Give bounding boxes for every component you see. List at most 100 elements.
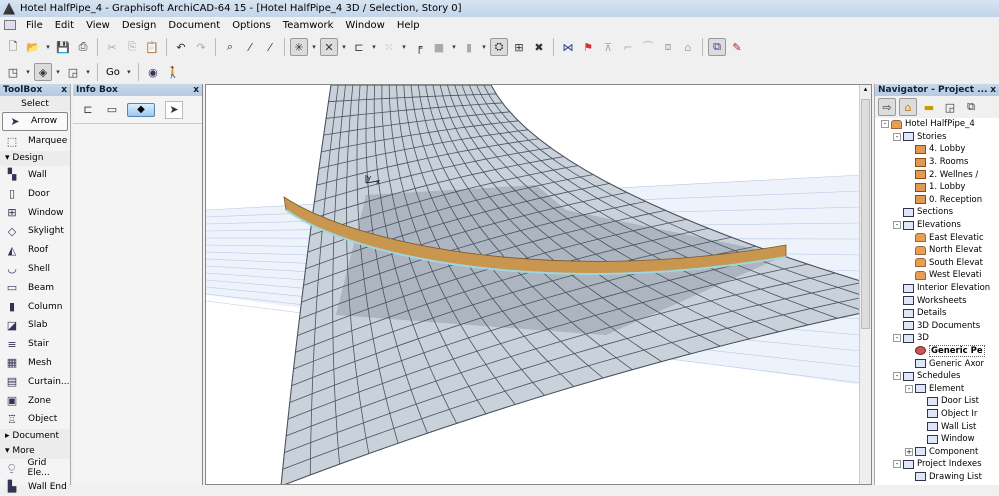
close-icon[interactable]: x: [61, 85, 67, 95]
tree-item[interactable]: - Hotel HalfPipe_4: [875, 118, 999, 131]
split-icon[interactable]: ⊞: [510, 38, 528, 56]
collapse-toggle[interactable]: -: [893, 460, 901, 469]
walk-icon[interactable]: 🚶: [164, 63, 182, 81]
design-group-header[interactable]: ▾ Design: [0, 150, 70, 166]
go-button[interactable]: Go: [103, 67, 123, 78]
suspend-groups-icon[interactable]: ⛭: [490, 38, 508, 56]
collapse-toggle[interactable]: -: [881, 120, 889, 129]
floor-plan-dropdown[interactable]: ▾: [24, 68, 32, 76]
offset-icon[interactable]: ⧈: [659, 38, 677, 56]
close-icon[interactable]: x: [193, 85, 199, 95]
close-icon[interactable]: x: [990, 85, 996, 95]
tree-item[interactable]: Door List: [875, 395, 999, 408]
tool-column[interactable]: ▮ Column: [0, 297, 70, 316]
syringe-icon[interactable]: ⁄: [261, 38, 279, 56]
collapse-toggle[interactable]: -: [893, 372, 901, 381]
trim-icon[interactable]: ✕: [320, 38, 338, 56]
tree-item[interactable]: North Elevat: [875, 244, 999, 257]
tree-item[interactable]: - Element: [875, 382, 999, 395]
adjust-icon[interactable]: ⚑: [579, 38, 597, 56]
collapse-toggle[interactable]: -: [905, 384, 913, 393]
tree-item[interactable]: 4. Lobby: [875, 143, 999, 156]
tool-curtain[interactable]: ▤ Curtain...: [0, 372, 70, 391]
tree-item[interactable]: Window: [875, 433, 999, 446]
paste-icon[interactable]: 📋: [143, 38, 161, 56]
curve-icon[interactable]: ⁀: [639, 38, 657, 56]
align-icon[interactable]: ╒: [410, 38, 428, 56]
pen-settings-icon[interactable]: ▭: [103, 101, 121, 119]
tree-item[interactable]: - Schedules: [875, 370, 999, 383]
tool-mesh[interactable]: ▦ Mesh: [0, 354, 70, 373]
collapse-toggle[interactable]: -: [893, 132, 901, 141]
tree-item[interactable]: Details: [875, 307, 999, 320]
layers-icon[interactable]: ■: [430, 38, 448, 56]
tree-item[interactable]: Wall List: [875, 420, 999, 433]
tree-item[interactable]: 2. Wellnes /: [875, 168, 999, 181]
tree-item[interactable]: Generic Axor: [875, 357, 999, 370]
grid-dropdown[interactable]: ▾: [400, 43, 408, 51]
tree-item[interactable]: + Component: [875, 445, 999, 458]
3d-viewport[interactable]: yx ▴: [205, 84, 872, 485]
undo-icon[interactable]: ↶: [172, 38, 190, 56]
grid-snap-icon[interactable]: ⁙: [380, 38, 398, 56]
tree-item[interactable]: Interior Elevation: [875, 282, 999, 295]
tool-slab[interactable]: ◪ Slab: [0, 316, 70, 335]
dimension-icon[interactable]: ⊏: [350, 38, 368, 56]
orbit-icon[interactable]: ◉: [144, 63, 162, 81]
collapse-toggle[interactable]: -: [893, 221, 901, 230]
layers-dropdown[interactable]: ▾: [450, 43, 458, 51]
tool-grid-element[interactable]: ⍜ Grid Ele...: [0, 458, 70, 478]
tree-item[interactable]: Sections: [875, 206, 999, 219]
collapse-toggle[interactable]: -: [893, 334, 901, 343]
tree-item[interactable]: 1. Lobby: [875, 181, 999, 194]
tool-beam[interactable]: ▭ Beam: [0, 278, 70, 297]
tool-arrow[interactable]: ➤ Arrow: [2, 112, 68, 131]
document-group-header[interactable]: ▸ Document: [0, 428, 70, 444]
tree-item[interactable]: Worksheets: [875, 294, 999, 307]
tree-item[interactable]: East Elevatic: [875, 231, 999, 244]
menu-window[interactable]: Window: [339, 20, 390, 31]
tree-item[interactable]: 3. Rooms: [875, 156, 999, 169]
tree-item[interactable]: Object Ir: [875, 408, 999, 421]
tool-wall-end[interactable]: ▙ Wall End: [0, 478, 70, 496]
menu-file[interactable]: File: [20, 20, 49, 31]
tool-skylight[interactable]: ◇ Skylight: [0, 222, 70, 241]
3d-window-icon[interactable]: ◈: [34, 63, 52, 81]
cut-icon[interactable]: ✂: [103, 38, 121, 56]
tool-roof[interactable]: ◭ Roof: [0, 241, 70, 260]
tree-item[interactable]: South Elevat: [875, 257, 999, 270]
view-map-icon[interactable]: ▬: [920, 98, 938, 116]
project-map-icon[interactable]: ⌂: [899, 98, 917, 116]
vertical-scrollbar[interactable]: ▴: [859, 85, 871, 484]
magic-wand-dropdown[interactable]: ▾: [310, 43, 318, 51]
floor-plan-icon[interactable]: ◳: [4, 63, 22, 81]
tool-shell[interactable]: ◡ Shell: [0, 260, 70, 279]
tool-object[interactable]: ♖ Object: [0, 410, 70, 429]
open-dropdown[interactable]: ▾: [44, 43, 52, 51]
tool-zone[interactable]: ▣ Zone: [0, 391, 70, 410]
redo-icon[interactable]: ↷: [192, 38, 210, 56]
menu-help[interactable]: Help: [391, 20, 426, 31]
menu-edit[interactable]: Edit: [49, 20, 80, 31]
intersect-icon[interactable]: ⊼: [599, 38, 617, 56]
tree-item[interactable]: Generic Pe: [875, 344, 999, 358]
scroll-thumb[interactable]: [861, 99, 870, 329]
go-dropdown[interactable]: ▾: [125, 68, 133, 76]
eyedropper-icon[interactable]: ⁄: [241, 38, 259, 56]
publisher-sets-icon[interactable]: ⧉: [962, 98, 980, 116]
save-icon[interactable]: 💾: [54, 38, 72, 56]
document-icon[interactable]: [4, 20, 16, 30]
trim-dropdown[interactable]: ▾: [340, 43, 348, 51]
menu-document[interactable]: Document: [162, 20, 226, 31]
tree-item[interactable]: - Project Indexes: [875, 458, 999, 471]
print-icon[interactable]: ⎙: [74, 38, 92, 56]
menu-design[interactable]: Design: [116, 20, 163, 31]
menu-view[interactable]: View: [80, 20, 116, 31]
elevate-dropdown[interactable]: ▾: [480, 43, 488, 51]
selection-method-button[interactable]: ◆: [127, 102, 155, 117]
more-group-header[interactable]: ▾ More: [0, 443, 70, 459]
find-select-icon[interactable]: ⌕: [221, 38, 239, 56]
layer-settings-icon[interactable]: ⊏: [79, 101, 97, 119]
menu-options[interactable]: Options: [226, 20, 277, 31]
tree-item[interactable]: 3D Documents: [875, 320, 999, 333]
